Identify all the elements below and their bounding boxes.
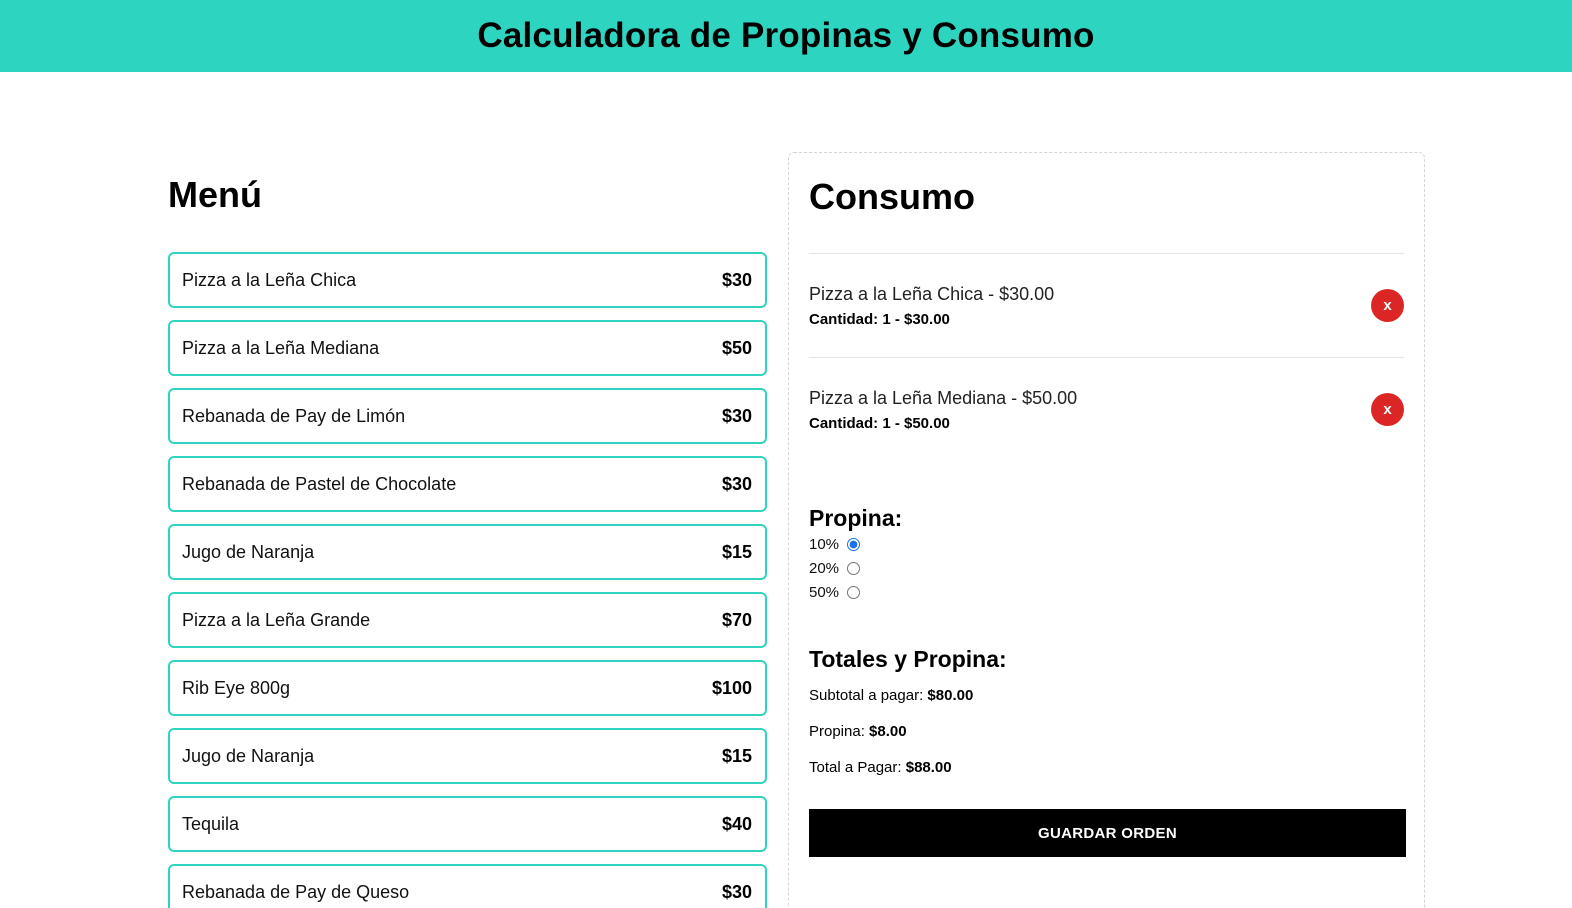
order-qty-line: Cantidad: 1 - $50.00 [809,414,950,432]
order-row: Pizza a la Leña Mediana - $50.00 Cantida… [809,357,1404,461]
menu-item-price: $15 [721,541,752,562]
menu-item[interactable]: Tequila $40 [168,796,767,852]
tip-option: 20% [809,556,1404,580]
tip-title: Propina: [809,505,903,531]
tip-option-label[interactable]: 50% [809,584,847,601]
remove-order-button[interactable]: x [1371,393,1404,426]
menu-list: Pizza a la Leña Chica $30 Pizza a la Leñ… [168,252,767,908]
menu-item-price: $30 [721,881,752,902]
totals-title: Totales y Propina: [809,646,1007,672]
menu-item-price: $30 [721,405,752,426]
menu-item-price: $40 [721,813,752,834]
menu-item-price: $30 [721,269,752,290]
menu-item[interactable]: Pizza a la Leña Mediana $50 [168,320,767,376]
app-header: Calculadora de Propinas y Consumo [0,0,1572,72]
consumo-panel: Consumo Pizza a la Leña Chica - $30.00 C… [788,152,1425,908]
menu-item-name: Jugo de Naranja [182,745,315,766]
consumo-title: Consumo [809,176,975,217]
tip-line: Propina: $8.00 [809,723,1404,759]
menu-item[interactable]: Rib Eye 800g $100 [168,660,767,716]
subtotal-line: Subtotal a pagar: $80.00 [809,687,1404,723]
menu-item-name: Pizza a la Leña Chica [182,269,357,290]
menu-item[interactable]: Rebanada de Pay de Limón $30 [168,388,767,444]
menu-item[interactable]: Rebanada de Pastel de Chocolate $30 [168,456,767,512]
tip-option: 10% [809,532,1404,556]
menu-item-price: $100 [711,677,752,698]
order-item-line: Pizza a la Leña Mediana - $50.00 [809,387,1078,408]
tip-radio-20[interactable] [847,561,860,575]
order-info: Pizza a la Leña Chica - $30.00 Cantidad:… [809,284,1054,328]
tip-amount-label: Propina: [809,723,870,740]
remove-order-button[interactable]: x [1371,289,1404,322]
menu-item-price: $70 [721,609,752,630]
menu-item[interactable]: Rebanada de Pay de Queso $30 [168,864,767,908]
order-row: Pizza a la Leña Chica - $30.00 Cantidad:… [809,253,1404,357]
menu-item-name: Tequila [182,813,240,834]
tip-option-label[interactable]: 10% [809,536,847,553]
order-item-line: Pizza a la Leña Chica - $30.00 [809,283,1055,304]
order-info: Pizza a la Leña Mediana - $50.00 Cantida… [809,388,1077,432]
tip-radio-10[interactable] [847,537,860,551]
menu-item-price: $15 [721,745,752,766]
subtotal-value: $80.00 [927,687,974,704]
total-label: Total a Pagar: [809,759,906,776]
menu-item-name: Rebanada de Pastel de Chocolate [182,473,457,494]
menu-item[interactable]: Jugo de Naranja $15 [168,524,767,580]
order-qty-line: Cantidad: 1 - $30.00 [809,310,950,328]
menu-item-name: Rebanada de Pay de Limón [182,405,406,426]
menu-item-price: $50 [721,337,752,358]
total-value: $88.00 [905,759,952,776]
menu-item-name: Pizza a la Leña Grande [182,609,371,630]
menu-item-name: Jugo de Naranja [182,541,315,562]
menu-title: Menú [168,174,262,215]
menu-item[interactable]: Pizza a la Leña Chica $30 [168,252,767,308]
menu-section: Menú Pizza a la Leña Chica $30 Pizza a l… [168,150,767,908]
tip-section: Propina: 10% 20% 50% [809,505,1404,604]
totals-section: Totales y Propina: Subtotal a pagar: $80… [809,646,1404,795]
subtotal-label: Subtotal a pagar: [809,687,928,704]
total-line: Total a Pagar: $88.00 [809,759,1404,795]
menu-item-name: Pizza a la Leña Mediana [182,337,380,358]
tip-radio-50[interactable] [847,585,860,599]
menu-item[interactable]: Jugo de Naranja $15 [168,728,767,784]
menu-item-name: Rebanada de Pay de Queso [182,881,410,902]
menu-item-name: Rib Eye 800g [182,677,291,698]
tip-option-label[interactable]: 20% [809,560,847,577]
tip-amount-value: $8.00 [869,723,907,740]
tip-option: 50% [809,580,1404,604]
save-order-button[interactable]: GUARDAR ORDEN [809,809,1406,857]
page-title: Calculadora de Propinas y Consumo [477,16,1095,55]
menu-item-price: $30 [721,473,752,494]
menu-item[interactable]: Pizza a la Leña Grande $70 [168,592,767,648]
